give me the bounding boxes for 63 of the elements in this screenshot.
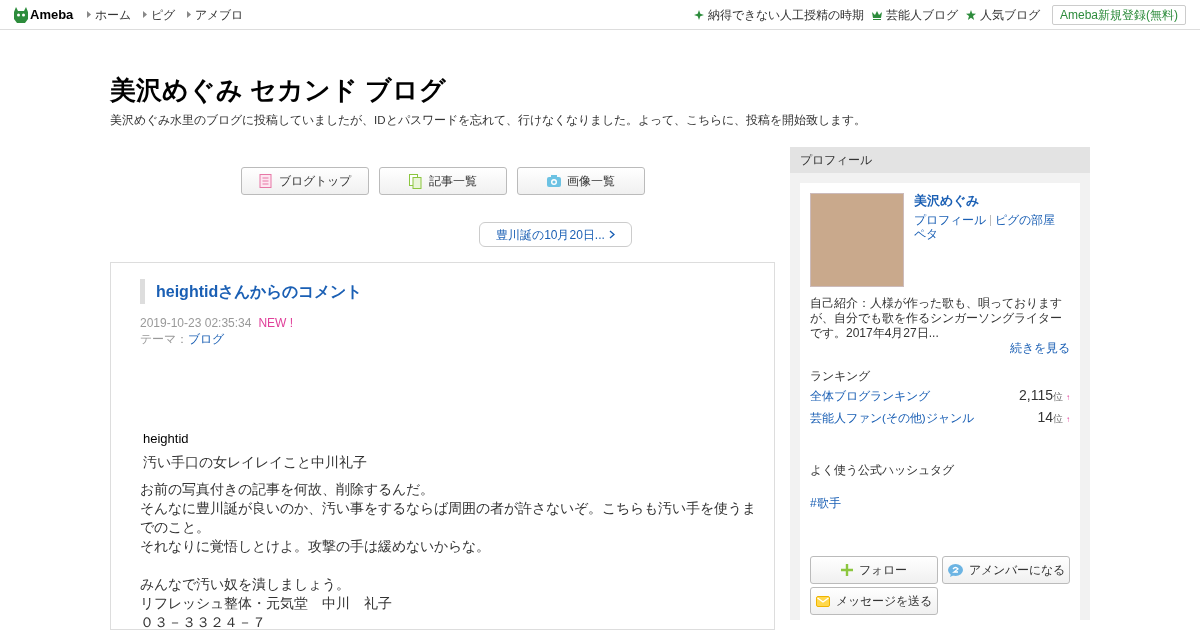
nav-link[interactable]: ホーム xyxy=(87,5,132,24)
nav-link[interactable]: アメブロ xyxy=(187,5,244,24)
comment-line: そんなに豊川誕が良いのか、汚い事をするならば周囲の者が許さないぞ。こちらも汚い手を使うまでのこと。 xyxy=(140,499,757,538)
profile-action-button[interactable]: フォロー xyxy=(810,556,938,585)
comment-line: お前の写真付きの記事を何故、削除するんだ。 xyxy=(140,480,435,500)
profile-link[interactable]: プロフィール xyxy=(914,213,986,228)
crown-icon xyxy=(872,9,882,20)
ranking-number: 14 xyxy=(1037,409,1053,426)
new-label: NEW ! xyxy=(258,315,294,332)
blog-description: 美沢めぐみ水里のブログに投稿していましたが、IDとパスワードを忘れて、行けなくなりました。よって、こちらに、投稿を開始致します。 xyxy=(110,113,867,129)
speech-bubble-icon xyxy=(947,563,963,577)
article-title[interactable]: heightidさんからのコメント xyxy=(156,279,363,304)
rank-unit: 位 xyxy=(1053,413,1063,427)
comment-line: みんなで汚い奴を潰しましょう。 xyxy=(140,575,351,595)
blog-nav-button[interactable]: 画像一覧 xyxy=(517,167,645,196)
header-link[interactable]: 人気ブログ xyxy=(966,5,1040,24)
up-arrow-icon: ↑ xyxy=(1066,412,1070,429)
hashtag-link[interactable]: #歌手 xyxy=(810,494,1070,513)
nav-link[interactable]: ピグ xyxy=(143,5,176,24)
blog-nav-button[interactable]: 記事一覧 xyxy=(379,167,507,196)
profile-intro: 自己紹介：人様が作った歌も、唄っておりますが、自分でも歌を作るシンガーソングライターです。2017年4月27日... xyxy=(810,296,1063,342)
theme-link[interactable]: ブログ xyxy=(188,331,224,348)
comment-author: heightid xyxy=(143,431,190,448)
triangle-icon xyxy=(87,11,92,18)
sparkle-icon xyxy=(694,9,704,20)
comment-subject: 汚い手口の女レイレイこと中川礼子 xyxy=(143,453,368,473)
blog-nav-button[interactable]: ブログトップ xyxy=(241,167,369,196)
profile-action-button[interactable]: メッセージを送る xyxy=(810,587,938,616)
post-date: 2019-10-23 02:35:34 xyxy=(140,315,252,332)
read-more-link[interactable]: 続きを見る xyxy=(1010,341,1070,357)
plus-icon xyxy=(841,564,853,577)
triangle-icon xyxy=(187,11,192,18)
profile-action-button[interactable]: アメンバーになる xyxy=(942,556,1070,585)
triangle-icon xyxy=(143,11,148,18)
mascot-icon xyxy=(14,6,28,23)
header-link[interactable]: 納得できない人工授精の時期 xyxy=(694,5,864,24)
comment-line: それなりに覚悟しとけよ。攻撃の手は緩めないからな。 xyxy=(140,537,491,557)
envelope-icon xyxy=(816,595,830,607)
profile-link[interactable]: ピグの部屋 xyxy=(995,213,1055,228)
ranking-heading: ランキング xyxy=(810,368,871,385)
rank-unit: 位 xyxy=(1053,391,1063,405)
blog-title[interactable]: 美沢めぐみ セカンド ブログ xyxy=(110,72,1200,108)
ranking-number: 2,115 xyxy=(1019,387,1053,404)
document-icon xyxy=(259,173,273,189)
peta-link[interactable]: ペタ xyxy=(914,227,1055,242)
ranking-link[interactable]: 全体ブログランキング xyxy=(810,388,930,405)
ranking-link[interactable]: 芸能人ファン(その他)ジャンル xyxy=(810,410,974,427)
star-icon xyxy=(966,9,976,20)
title-accent-bar xyxy=(140,279,145,305)
up-arrow-icon: ↑ xyxy=(1066,390,1070,407)
comment-line: リフレッシュ整体・元気堂 中川 礼子 xyxy=(140,594,393,614)
signup-button[interactable]: Ameba新規登録(無料) xyxy=(1052,4,1186,25)
profile-name[interactable]: 美沢めぐみ xyxy=(914,194,1055,209)
theme-label: テーマ： xyxy=(140,331,188,348)
next-post-link[interactable]: 豊川誕の10月20日... xyxy=(479,222,632,248)
header-link[interactable]: 芸能人ブログ xyxy=(872,5,958,24)
camera-icon xyxy=(547,173,561,189)
profile-heading: プロフィール xyxy=(790,147,1090,174)
copy-icon xyxy=(409,173,423,189)
comment-line: ０３－３３２４－７ xyxy=(140,613,267,630)
hashtag-heading: よく使う公式ハッシュタグ xyxy=(810,462,955,479)
ameba-logo[interactable]: Ameba xyxy=(14,4,74,25)
chevron-right-icon xyxy=(608,230,615,240)
